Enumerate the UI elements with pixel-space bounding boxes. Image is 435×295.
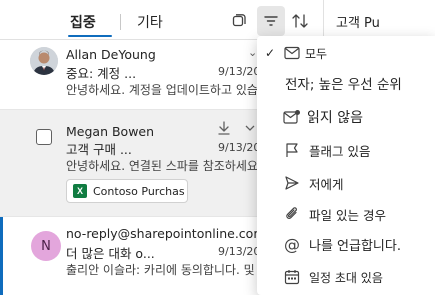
mail-subject: 중요: 계정 ...	[66, 66, 137, 81]
tab-divider	[120, 14, 121, 30]
filter-menu-label: 전자; 높은 우선 순위	[285, 77, 402, 93]
filter-menu-label: 읽지 않음	[307, 110, 363, 126]
select-checkbox[interactable]	[36, 129, 52, 145]
filter-menu-item-has-files[interactable]: 파일 있는 경우	[257, 199, 435, 229]
mail-icon	[283, 44, 301, 62]
filter-menu-item-unread[interactable]: 읽지 않음	[257, 102, 435, 132]
mail-preview: 출리안 이슬라: 카리에 동의합니다. 및	[66, 263, 255, 277]
more-icon[interactable]	[244, 120, 256, 140]
attachment-name: Contoso Purchas	[93, 184, 185, 198]
filter-menu-label: 일정 초대 있음	[309, 270, 383, 285]
filter-menu-label: 나를 언급합니다.	[309, 238, 401, 254]
tab-other[interactable]: 기타	[137, 12, 163, 32]
mail-sender: Allan DeYoung	[66, 47, 156, 62]
reading-pane-title: 고객 Pu	[336, 16, 380, 31]
send-icon	[283, 174, 301, 192]
chevron-down-icon[interactable]: ⌄	[248, 46, 257, 59]
filter-menu-label: 파일 있는 경우	[309, 207, 386, 223]
filter-menu-item-calendar-invites[interactable]: 일정 초대 있음	[257, 262, 435, 292]
mail-date: 9/13/20	[218, 65, 261, 78]
filter-menu-label: 플래그 있음	[309, 143, 371, 159]
filter-menu-item-high-priority[interactable]: 전자; 높은 우선 순위	[257, 68, 435, 98]
mention-icon: @	[284, 234, 300, 254]
paperclip-icon	[283, 205, 301, 223]
checkmark-icon: ✓	[265, 46, 276, 60]
filter-menu-item-all[interactable]: ✓ 모두	[257, 38, 435, 68]
sort-icon[interactable]	[289, 10, 311, 32]
mail-unread-icon	[283, 108, 301, 126]
mail-list-header: 집중 기타	[0, 0, 323, 40]
excel-icon: X	[73, 184, 87, 198]
select-mode-icon[interactable]	[228, 10, 250, 32]
download-icon[interactable]	[216, 120, 232, 140]
filter-icon	[264, 16, 278, 26]
attachment-chip[interactable]: X Contoso Purchas	[66, 179, 188, 203]
mail-sender: no-reply@sharepointonline.com	[66, 226, 266, 241]
filter-menu-item-to-me[interactable]: 저에게	[257, 168, 435, 198]
avatar: N	[31, 231, 61, 261]
flag-icon	[283, 141, 301, 159]
mail-preview: 안녕하세요. 계정을 업데이트하고 있습니다.	[66, 83, 284, 97]
avatar	[30, 47, 58, 75]
mail-sender: Megan Bowen	[66, 124, 155, 139]
filter-menu-label: 모두	[305, 46, 328, 61]
mail-date: 9/13/20	[218, 245, 261, 258]
mail-preview: 안녕하세요. 연결된 스파를 참조하세요.	[66, 159, 262, 173]
mail-date: 9/13/20	[218, 141, 261, 154]
mail-subject: 더 많은 대화 o...	[66, 246, 155, 261]
filter-menu-label: 저에게	[309, 176, 344, 192]
filter-button[interactable]	[257, 6, 285, 36]
calendar-icon	[283, 268, 301, 286]
filter-menu: ✓ 모두 전자; 높은 우선 순위 읽지 않음 플래그 있음 저에게 파일 있는…	[257, 36, 435, 295]
filter-menu-item-flagged[interactable]: 플래그 있음	[257, 135, 435, 165]
mail-subject: 고객 구매 ...	[66, 142, 132, 157]
tab-focused[interactable]: 집중	[70, 12, 96, 32]
filter-menu-item-mentions-me[interactable]: @ 나를 언급합니다.	[257, 229, 435, 259]
active-tab-indicator	[68, 35, 112, 37]
